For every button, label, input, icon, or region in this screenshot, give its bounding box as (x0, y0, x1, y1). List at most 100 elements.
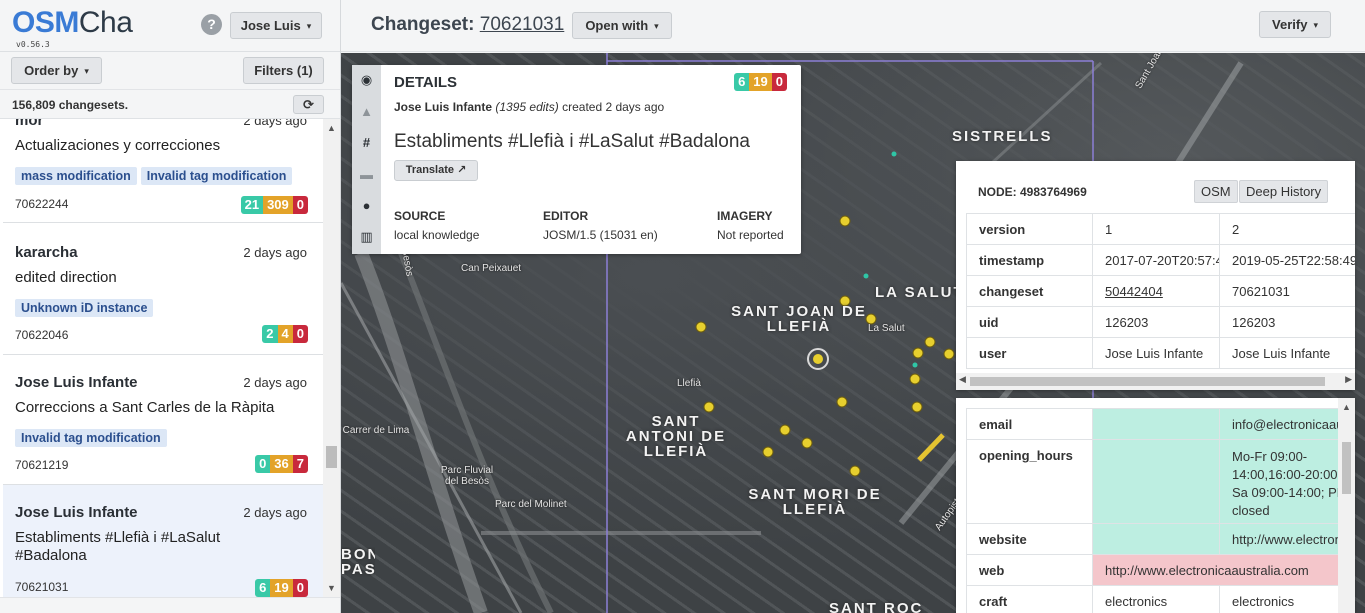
node-tags-table: emailinfo@electronicaaustralia.com openi… (966, 408, 1355, 613)
list-item[interactable]: Jose Luis Infante 2 days ago Correccions… (3, 355, 323, 485)
order-by-button[interactable]: Order by ▾ (11, 57, 102, 84)
refresh-icon: ⟳ (303, 97, 314, 112)
delete-count: 0 (292, 325, 308, 343)
vertical-scrollbar[interactable]: ▲ (1338, 398, 1355, 613)
changeset-tags: mass modification Invalid tag modificatio… (15, 167, 296, 185)
deep-history-button[interactable]: Deep History (1239, 180, 1329, 203)
sidebar-toolbar: Order by ▾ Filters (1) (0, 52, 340, 90)
changeset-link[interactable]: 70621031 (480, 14, 565, 35)
changeset-user: kararcha (15, 244, 78, 261)
scroll-up-icon[interactable]: ▲ (326, 123, 337, 133)
map-small-label: Can Peixauet (461, 263, 522, 274)
chevron-down-icon: ▾ (306, 21, 312, 31)
changeset-id: 70621031 (15, 580, 69, 594)
map-label: SANT JOAN DE LLEFIÀ (731, 303, 867, 335)
changeset-tags: Unknown iD instance (15, 299, 157, 317)
modify-count: 36 (270, 455, 293, 473)
details-author: Jose Luis Infante (1395 edits) created 2… (394, 100, 665, 114)
changeset-tags: Invalid tag modification (15, 429, 171, 447)
modify-count: 309 (263, 196, 293, 214)
details-comment: Establiments #Llefià i #LaSalut #Badalon… (394, 131, 750, 152)
map-label: BON PASTOR (341, 547, 375, 577)
warning-icon[interactable]: ▲ (352, 104, 381, 119)
translate-button[interactable]: Translate ↗ (394, 160, 478, 181)
changeset-id: 70622046 (15, 328, 69, 342)
list-scrollbar[interactable]: ▲ ▼ (323, 119, 340, 597)
panel-icon-bar: ◉ ▲ # ▬ ● ▥ (352, 65, 381, 254)
map-small-label: Llefià (677, 378, 701, 389)
map-small-label: La Salut (868, 323, 905, 334)
osm-button[interactable]: OSM (1194, 180, 1238, 203)
eye-icon[interactable]: ◉ (352, 72, 381, 88)
changeset-count-bar: 156,809 changesets. ⟳ (0, 90, 340, 119)
table-row: timestamp2017-07-20T20:57:40Z2019-05-25T… (966, 244, 1355, 276)
changeset-user: Jose Luis Infante (15, 374, 138, 391)
scroll-thumb[interactable] (1342, 442, 1351, 494)
change-counts: 0 36 7 (255, 455, 308, 473)
hashtag-icon[interactable]: # (352, 135, 381, 150)
delete-count: 7 (292, 455, 308, 473)
changeset-comment: Correccions a Sant Carles de la Ràpita (15, 399, 275, 416)
chevron-down-icon: ▾ (1313, 20, 1318, 30)
changeset-sidebar: OSMCha v0.56.3 ? Jose Luis ▾ Order by ▾ Fi… (0, 0, 341, 613)
details-panel: ◉ ▲ # ▬ ● ▥ DETAILS 6 19 0 Jose Luis Infan… (352, 65, 801, 254)
open-with-button[interactable]: Open with ▾ (572, 12, 672, 39)
imagery-field: IMAGERY Not reported (717, 209, 784, 242)
scroll-left-icon[interactable]: ◀ (959, 374, 966, 385)
map-label: SANT MORI DE LLEFIÀ (748, 486, 882, 518)
change-counts: 6 19 0 (255, 579, 308, 597)
horizontal-scrollbar[interactable]: ◀ ▶ (956, 373, 1355, 390)
scroll-down-icon[interactable]: ▼ (326, 583, 337, 593)
scroll-thumb[interactable] (326, 446, 337, 468)
change-counts: 6 19 0 (734, 73, 787, 91)
details-title: DETAILS (394, 74, 458, 91)
changeset-list: mor 2 days ago Actualizaciones y correcc… (3, 119, 323, 606)
sidebar-footer (0, 597, 340, 613)
list-item[interactable]: kararcha 2 days ago edited direction Unk… (3, 225, 323, 355)
create-count: 6 (255, 579, 271, 597)
user-menu-button[interactable]: Jose Luis ▾ (230, 12, 322, 39)
create-count: 2 (262, 325, 278, 343)
delete-count: 0 (292, 579, 308, 597)
changeset-comment: edited direction (15, 269, 117, 286)
map-small-label: Parc del Molinet (495, 499, 567, 510)
refresh-button[interactable]: ⟳ (293, 95, 324, 114)
table-row: web http://www.electronicaaustralia.com (966, 554, 1355, 586)
modify-count: 19 (270, 579, 293, 597)
author-link[interactable]: Jose Luis Infante (394, 100, 492, 114)
verify-button[interactable]: Verify ▾ (1259, 11, 1331, 38)
create-count: 21 (240, 196, 264, 214)
help-icon[interactable]: ? (201, 14, 222, 35)
changeset-user: Jose Luis Infante (15, 504, 138, 521)
change-counts: 21 309 0 (240, 196, 308, 214)
changeset-id: 70621219 (15, 458, 69, 472)
scroll-up-icon[interactable]: ▲ (1342, 402, 1351, 412)
filters-button[interactable]: Filters (1) (243, 57, 324, 84)
table-row: uid 126203 126203 (966, 306, 1355, 338)
list-item-selected[interactable]: Jose Luis Infante 2 days ago Establiment… (3, 485, 323, 606)
scroll-right-icon[interactable]: ▶ (1345, 374, 1352, 385)
delete-count: 0 (292, 196, 308, 214)
app-logo[interactable]: OSMCha (12, 6, 133, 40)
chevron-down-icon: ▾ (84, 66, 89, 76)
map-small-label: Parc Fluvial del Besòs (440, 465, 494, 487)
changeset-user: mor (15, 119, 44, 129)
table-row: version 1 2 (966, 213, 1355, 245)
changeset-time: 2 days ago (243, 375, 307, 390)
source-field: SOURCE local knowledge (394, 209, 480, 242)
create-count: 0 (255, 455, 271, 473)
scroll-thumb[interactable] (970, 377, 1325, 386)
list-item[interactable]: mor 2 days ago Actualizaciones y correcc… (3, 119, 323, 223)
map-icon[interactable]: ▥ (352, 229, 381, 245)
changeset-id: 70622244 (15, 197, 69, 211)
changeset-time: 2 days ago (243, 119, 307, 128)
create-count: 6 (734, 73, 750, 91)
changeset-link[interactable]: 50442404 (1105, 284, 1163, 299)
chevron-down-icon: ▾ (654, 21, 659, 31)
flag-badge: Invalid tag modification (140, 167, 293, 185)
map-label: SANT ANTONI DE LLEFIÀ (625, 413, 727, 460)
user-icon[interactable]: ● (352, 198, 381, 213)
flag-badge: mass modification (15, 167, 137, 185)
table-row: craft electronics electronics (966, 585, 1355, 613)
comments-icon[interactable]: ▬ (352, 167, 381, 182)
